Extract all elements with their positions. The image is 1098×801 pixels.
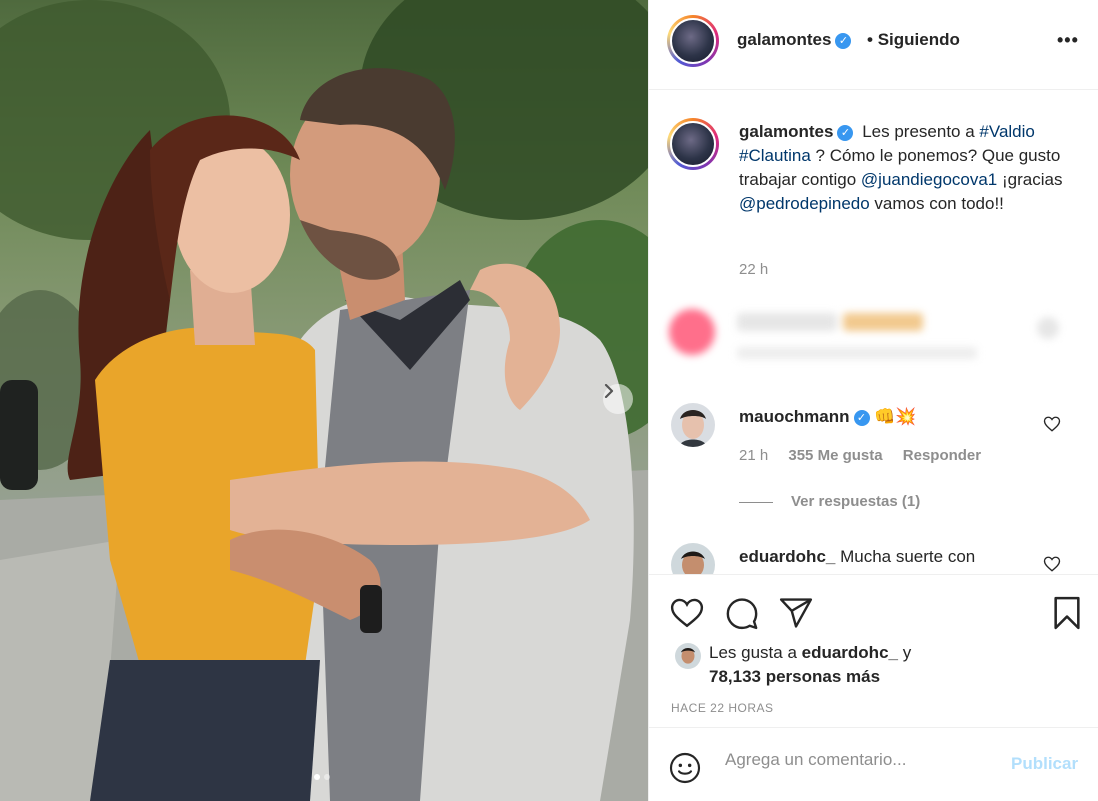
follow-status-label: Siguiendo (877, 30, 960, 49)
comment-username[interactable]: mauochmann ✓ (739, 407, 870, 426)
likes-count[interactable]: 78,133 personas más (709, 667, 880, 686)
add-comment-bar: Publicar (649, 727, 1098, 801)
caption-text: Les presento a (862, 122, 980, 141)
save-button[interactable] (1047, 593, 1087, 633)
caption-author-avatar[interactable] (667, 118, 719, 170)
comment-text: 👊💥 (874, 407, 917, 426)
comment-input[interactable] (725, 750, 995, 770)
likes-summary: Les gusta a eduardohc_ y 78,133 personas… (709, 641, 911, 689)
share-button[interactable] (776, 593, 816, 633)
hashtag-link[interactable]: #Clautina (739, 146, 811, 165)
verified-badge-icon: ✓ (853, 409, 870, 426)
hashtag-link[interactable]: #Valdio (979, 122, 1034, 141)
next-photo-button[interactable] (603, 384, 633, 414)
comment-timestamp[interactable]: 21 h (739, 447, 768, 464)
comment-like-count[interactable]: 355 Me gusta (788, 447, 882, 464)
post-actions: Les gusta a eduardohc_ y 78,133 personas… (649, 574, 1098, 801)
likes-connector: y (897, 643, 912, 662)
post-header: galamontes ✓ • Siguiendo ••• (649, 0, 1098, 90)
comment-username[interactable]: eduardohc_ (739, 547, 835, 566)
commenter-avatar[interactable] (671, 403, 715, 447)
bookmark-icon (1054, 596, 1080, 630)
post-photo[interactable] (0, 0, 648, 801)
caption-text: vamos con todo!! (869, 194, 1004, 213)
liker-username[interactable]: eduardohc_ (802, 643, 898, 662)
publish-button[interactable]: Publicar (1011, 754, 1078, 774)
verified-badge-icon: ✓ (835, 32, 852, 49)
blurred-comment (657, 295, 1087, 375)
comment-meta: 21 h 355 Me gusta Responder (739, 447, 981, 464)
comment-body: eduardohc_ Mucha suerte con (739, 545, 975, 569)
liker-avatar[interactable] (675, 643, 701, 669)
like-button[interactable] (667, 593, 707, 633)
mention-link[interactable]: @pedrodepinedo (739, 194, 870, 213)
caption-timestamp[interactable]: 22 h (739, 261, 768, 278)
comment-heart-icon[interactable] (1043, 555, 1061, 573)
comment-text: Mucha suerte con (840, 547, 976, 566)
carousel-dot-active (314, 774, 320, 780)
mention-link[interactable]: @juandiegocova1 (861, 170, 997, 189)
carousel-indicator (314, 774, 330, 780)
emoji-icon[interactable] (669, 752, 701, 784)
comment-body: mauochmann ✓ 👊💥 (739, 405, 917, 429)
post-detail-panel: galamontes ✓ • Siguiendo ••• galamontes ✓ … (648, 0, 1098, 801)
comment-icon (726, 598, 758, 630)
reply-button[interactable]: Responder (903, 447, 981, 464)
author-avatar[interactable] (667, 15, 719, 67)
comments-section[interactable]: galamontes ✓ Les presento a #Valdio #Clau… (649, 91, 1098, 574)
carousel-dot (324, 774, 330, 780)
commenter-avatar[interactable] (671, 543, 715, 574)
follow-status[interactable]: • Siguiendo (867, 30, 960, 50)
couple-photo-illustration (0, 0, 648, 801)
chevron-right-icon (604, 384, 614, 398)
view-replies-button[interactable]: Ver respuestas (1) (739, 493, 920, 510)
more-options-button[interactable]: ••• (1057, 30, 1079, 51)
comment-heart-icon[interactable] (1043, 415, 1061, 433)
share-icon (779, 598, 813, 628)
post-caption: galamontes ✓ Les presento a #Valdio #Clau… (739, 120, 1079, 216)
post-timestamp[interactable]: HACE 22 HORAS (671, 701, 774, 715)
separator: • (867, 30, 873, 49)
comment-button[interactable] (722, 593, 762, 633)
caption-text: ¡gracias (997, 170, 1063, 189)
likes-prefix: Les gusta a (709, 643, 802, 662)
heart-icon (670, 598, 704, 628)
verified-badge-icon: ✓ (837, 124, 854, 141)
author-username[interactable]: galamontes ✓ (737, 30, 852, 50)
view-replies-label: Ver respuestas (1) (791, 493, 921, 510)
caption-username[interactable]: galamontes ✓ (739, 122, 854, 141)
